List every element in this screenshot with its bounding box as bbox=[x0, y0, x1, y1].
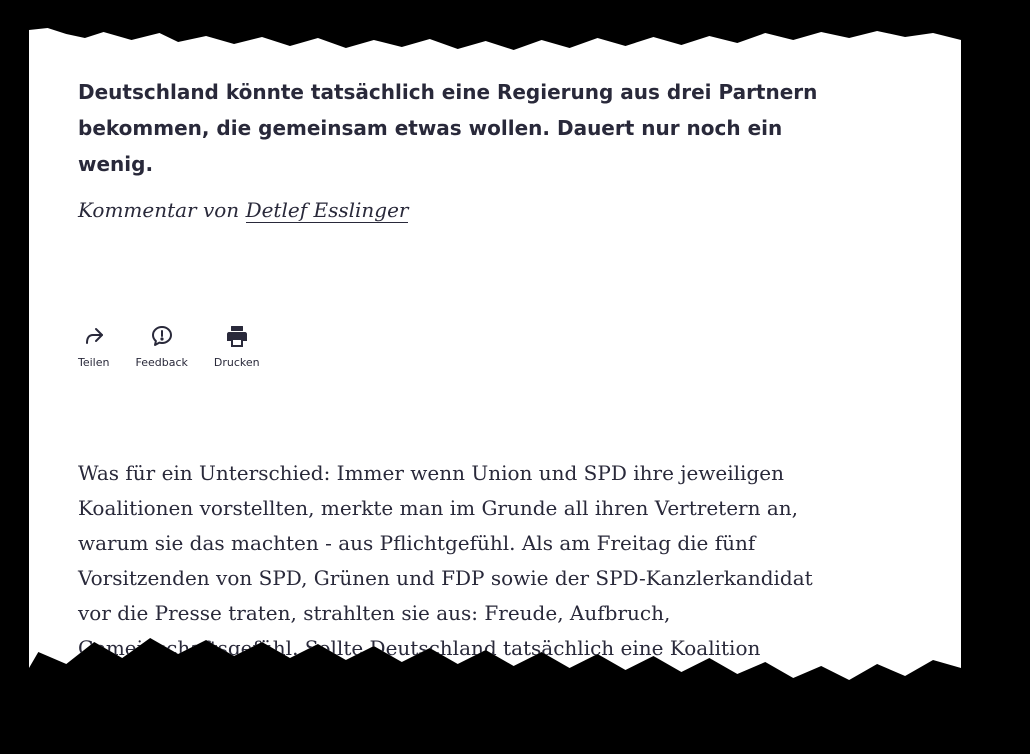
feedback-button[interactable]: Feedback bbox=[135, 324, 188, 370]
byline: Kommentar von Detlef Esslinger bbox=[78, 196, 409, 224]
feedback-icon bbox=[150, 324, 174, 348]
body-line: Gemeinschaftsgefühl. Sollte Deutschland … bbox=[78, 636, 761, 660]
screenshot-stage: Deutschland könnte tatsächlich eine Regi… bbox=[0, 0, 1030, 754]
body-line: Vorsitzenden von SPD, Grünen und FDP sow… bbox=[78, 566, 813, 590]
author-link[interactable]: Detlef Esslinger bbox=[245, 198, 409, 223]
byline-prefix: Kommentar von bbox=[78, 198, 246, 222]
article-teaser: Deutschland könnte tatsächlich eine Regi… bbox=[78, 80, 818, 176]
share-icon bbox=[82, 324, 106, 348]
body-line: warum sie das machten - aus Pflichtgefüh… bbox=[78, 531, 756, 555]
body-line: Koalitionen vorstellten, merkte man im G… bbox=[78, 496, 798, 520]
body-line: vor die Presse traten, strahlten sie aus… bbox=[78, 601, 671, 625]
article-page: Deutschland könnte tatsächlich eine Regi… bbox=[29, 28, 961, 680]
article-body: Was für ein Unterschied: Immer wenn Unio… bbox=[78, 456, 858, 666]
print-button[interactable]: Drucken bbox=[214, 324, 260, 370]
share-label: Teilen bbox=[78, 356, 110, 369]
print-label: Drucken bbox=[213, 356, 260, 369]
feedback-label: Feedback bbox=[135, 356, 188, 369]
share-button[interactable]: Teilen bbox=[78, 324, 109, 370]
body-line: Was für ein Unterschied: Immer wenn Unio… bbox=[78, 461, 784, 485]
print-icon bbox=[225, 324, 249, 348]
article-actions: Teilen Feedback Drucken bbox=[78, 324, 286, 370]
